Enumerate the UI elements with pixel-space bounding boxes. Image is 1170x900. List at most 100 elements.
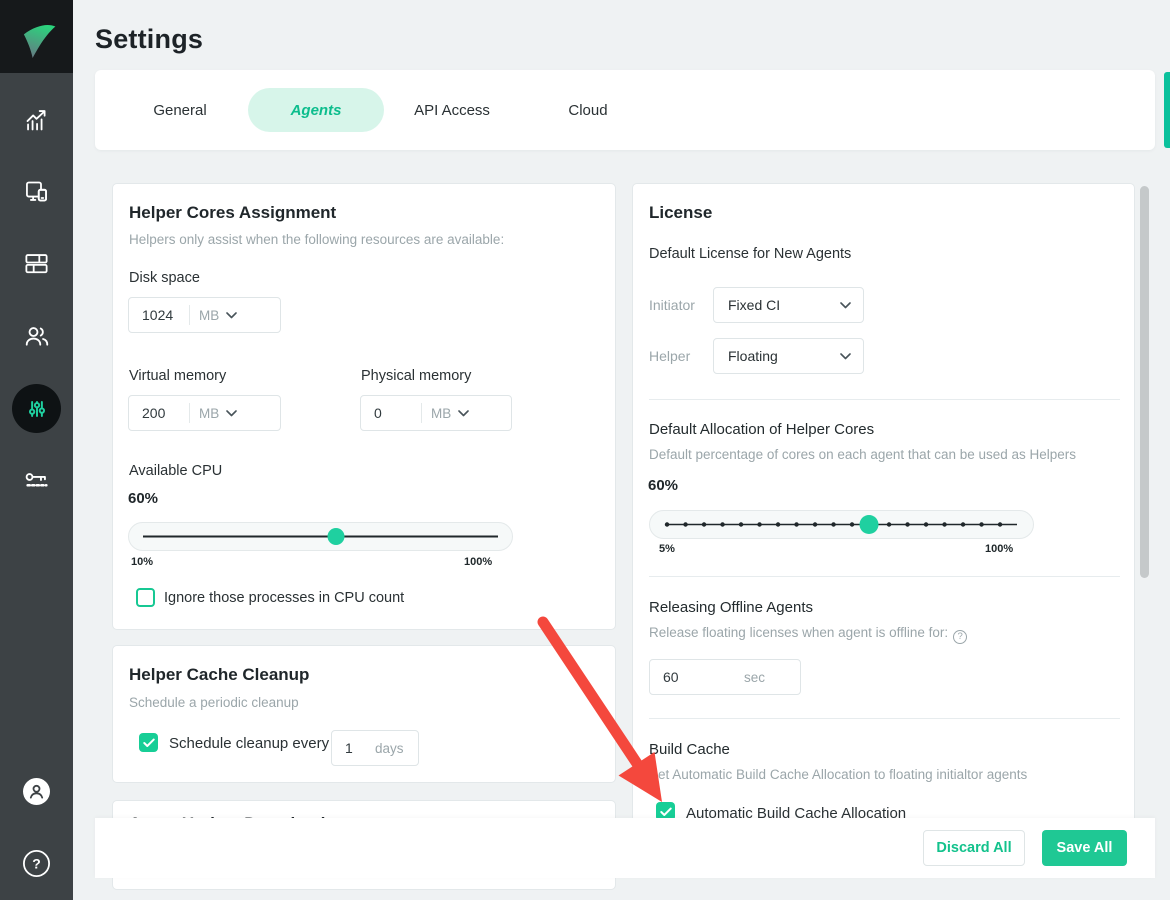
check-icon	[660, 807, 672, 817]
available-cpu-value: 60%	[128, 490, 158, 507]
footer-actions: Discard All Save All	[95, 818, 1155, 878]
license-card-scrollbar[interactable]	[1140, 186, 1149, 578]
unit-dropdown[interactable]	[226, 410, 247, 417]
virtual-memory-field: MB	[128, 395, 281, 431]
unit-dropdown[interactable]	[458, 410, 479, 417]
disk-space-input[interactable]	[129, 307, 189, 323]
builds-icon	[23, 250, 50, 277]
ignore-processes-label: Ignore those processes in CPU count	[164, 590, 404, 606]
releasing-timeout-input[interactable]	[650, 669, 735, 685]
tab-general[interactable]: General	[112, 88, 248, 132]
chevron-down-icon	[840, 302, 851, 309]
helper-label: Helper	[649, 348, 690, 364]
allocation-min-label: 5%	[659, 543, 675, 555]
help-icon: ?	[22, 849, 51, 878]
chevron-down-icon	[226, 312, 237, 319]
sidebar-help[interactable]: ?	[0, 849, 73, 878]
chevron-down-icon	[226, 410, 237, 417]
divider	[649, 718, 1120, 719]
unit-dropdown[interactable]	[226, 312, 247, 319]
available-cpu-label: Available CPU	[129, 463, 222, 479]
releasing-subtitle-text: Release floating licenses when agent is …	[649, 625, 948, 640]
chevron-down-icon	[840, 353, 851, 360]
disk-space-field: MB	[128, 297, 281, 333]
save-all-button[interactable]: Save All	[1042, 830, 1127, 866]
cpu-max-label: 100%	[464, 556, 492, 568]
helper-license-select[interactable]: Floating	[713, 338, 864, 374]
allocation-title: Default Allocation of Helper Cores	[649, 421, 874, 438]
allocation-value: 60%	[648, 477, 678, 494]
cpu-min-label: 10%	[131, 556, 153, 568]
settings-sliders-icon	[24, 396, 50, 422]
app-logo[interactable]	[0, 0, 73, 73]
sidebar-item-builds[interactable]	[0, 250, 73, 277]
slider-track	[650, 511, 1033, 538]
sidebar-item-license[interactable]	[0, 466, 73, 494]
initiator-label: Initiator	[649, 297, 695, 313]
avatar-icon	[22, 777, 51, 806]
clipped-edge-panel	[1164, 72, 1170, 148]
physical-memory-input[interactable]	[361, 405, 421, 421]
card-helper-cache-cleanup: Helper Cache Cleanup Schedule a periodic…	[112, 645, 616, 783]
sidebar-user-avatar[interactable]	[0, 777, 73, 806]
ignore-processes-checkbox[interactable]	[136, 588, 155, 607]
sidebar: ?	[0, 0, 73, 900]
page-title: Settings	[95, 24, 203, 55]
card-title: Helper Cores Assignment	[129, 203, 336, 223]
virtual-memory-input[interactable]	[129, 405, 189, 421]
card-subtitle: Helpers only assist when the following r…	[129, 232, 504, 247]
default-license-label: Default License for New Agents	[649, 246, 851, 262]
settings-tabbar: General Agents API Access Cloud	[95, 70, 1155, 150]
settings-page: ? Settings General Agents API Access Clo…	[0, 0, 1170, 900]
slider-thumb	[860, 515, 879, 534]
discard-all-button[interactable]: Discard All	[923, 830, 1025, 866]
physical-memory-label: Physical memory	[361, 368, 471, 384]
card-license: License Default License for New Agents I…	[632, 183, 1135, 860]
physical-memory-unit: MB	[422, 406, 458, 421]
cleanup-interval-field: days	[331, 730, 419, 766]
card-helper-cores-assignment: Helper Cores Assignment Helpers only ass…	[112, 183, 616, 630]
analytics-icon	[23, 107, 50, 134]
tab-api-access[interactable]: API Access	[384, 88, 520, 132]
sidebar-item-agents[interactable]	[0, 178, 73, 205]
chevron-down-icon	[458, 410, 469, 417]
help-tooltip-icon[interactable]: ?	[953, 630, 967, 644]
virtual-memory-label: Virtual memory	[129, 368, 226, 384]
build-cache-subtitle: Set Automatic Build Cache Allocation to …	[649, 767, 1027, 782]
build-cache-title: Build Cache	[649, 741, 730, 758]
initiator-license-select[interactable]: Fixed CI	[713, 287, 864, 323]
allocation-subtitle: Default percentage of cores on each agen…	[649, 447, 1076, 462]
sidebar-item-settings[interactable]	[12, 384, 61, 433]
slider-thumb	[328, 528, 345, 545]
releasing-timeout-unit: sec	[735, 670, 772, 685]
initiator-license-value: Fixed CI	[728, 297, 780, 313]
divider	[649, 399, 1120, 400]
license-key-icon	[23, 466, 51, 494]
virtual-memory-unit: MB	[190, 406, 226, 421]
card-subtitle: Schedule a periodic cleanup	[129, 695, 299, 710]
cleanup-interval-unit: days	[366, 741, 411, 756]
available-cpu-slider[interactable]	[128, 522, 513, 551]
releasing-timeout-field: sec	[649, 659, 801, 695]
sidebar-item-users[interactable]	[0, 322, 73, 350]
releasing-title: Releasing Offline Agents	[649, 599, 813, 616]
schedule-cleanup-checkbox[interactable]	[139, 733, 158, 752]
disk-space-unit: MB	[190, 308, 226, 323]
logo-icon	[16, 16, 58, 58]
svg-text:?: ?	[32, 856, 41, 872]
slider-track	[129, 523, 512, 550]
disk-space-label: Disk space	[129, 270, 200, 286]
tab-agents[interactable]: Agents	[248, 88, 384, 132]
cleanup-interval-input[interactable]	[332, 740, 366, 756]
check-icon	[143, 738, 155, 748]
card-title: Helper Cache Cleanup	[129, 665, 309, 685]
allocation-slider[interactable]	[649, 510, 1034, 539]
agents-icon	[23, 178, 50, 205]
sidebar-item-analytics[interactable]	[0, 107, 73, 134]
schedule-cleanup-label: Schedule cleanup every	[169, 735, 329, 752]
allocation-max-label: 100%	[985, 543, 1013, 555]
tab-cloud[interactable]: Cloud	[520, 88, 656, 132]
helper-license-value: Floating	[728, 348, 778, 364]
card-title: License	[649, 203, 712, 223]
physical-memory-field: MB	[360, 395, 512, 431]
